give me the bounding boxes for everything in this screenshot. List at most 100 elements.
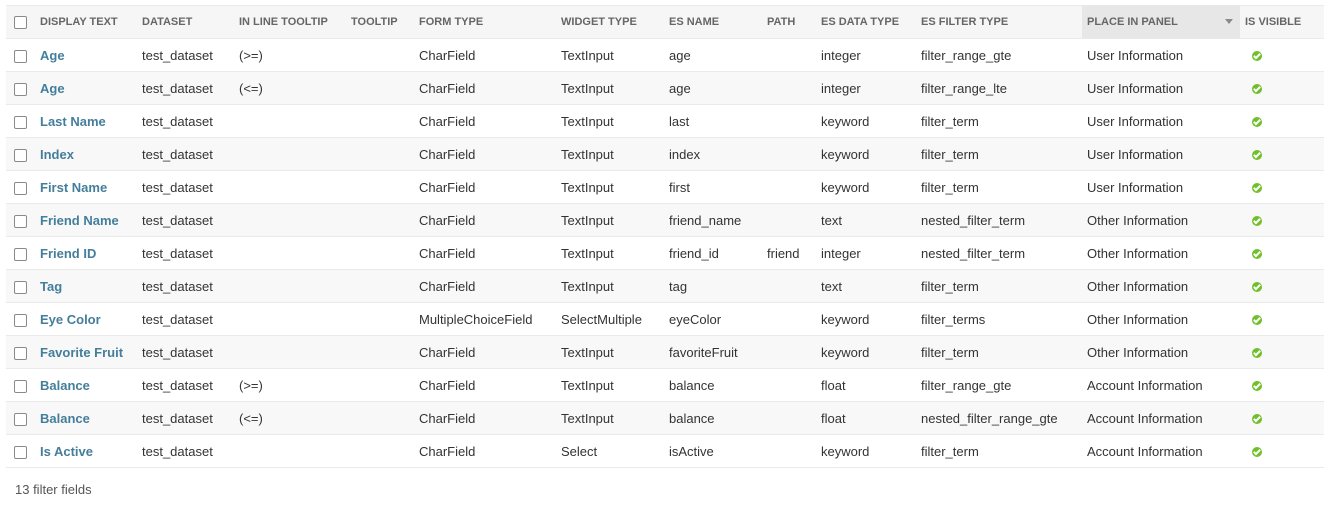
row-checkbox-cell[interactable]	[6, 104, 35, 138]
cell-tooltip	[346, 203, 414, 237]
row-edit-link[interactable]: Last Name	[40, 114, 106, 129]
check-icon	[1252, 84, 1262, 95]
column-header-tooltip[interactable]: TOOLTIP	[346, 5, 414, 39]
row-checkbox-cell[interactable]	[6, 203, 35, 237]
cell-place-in-panel: Account Information	[1082, 434, 1240, 468]
result-count: 13 filter fields	[15, 482, 92, 497]
cell-es-data-type: keyword	[816, 335, 916, 369]
row-edit-link[interactable]: Favorite Fruit	[40, 345, 123, 360]
cell-dataset: test_dataset	[137, 434, 234, 468]
cell-in-line-tooltip: (>=)	[234, 368, 346, 402]
row-checkbox-cell[interactable]	[6, 368, 35, 402]
cell-display-text: Index	[35, 137, 137, 171]
cell-is-visible	[1240, 38, 1324, 72]
column-header-form-type[interactable]: FORM TYPE	[414, 5, 556, 39]
column-header-es-name[interactable]: ES NAME	[664, 5, 762, 39]
cell-path	[762, 368, 816, 402]
column-header-in-line-tooltip[interactable]: IN LINE TOOLTIP	[234, 5, 346, 39]
column-header-display-text[interactable]: DISPLAY TEXT	[35, 5, 137, 39]
cell-tooltip	[346, 38, 414, 72]
results-table: DISPLAY TEXT DATASET IN LINE TOOLTIP TOO…	[6, 5, 1324, 468]
row-checkbox[interactable]	[14, 247, 27, 261]
row-checkbox[interactable]	[14, 115, 27, 129]
column-header-dataset[interactable]: DATASET	[137, 5, 234, 39]
cell-form-type: CharField	[414, 269, 556, 303]
row-checkbox[interactable]	[14, 214, 27, 228]
cell-es-name: favoriteFruit	[664, 335, 762, 369]
row-edit-link[interactable]: Tag	[40, 279, 62, 294]
row-checkbox[interactable]	[14, 280, 27, 294]
cell-place-in-panel: Account Information	[1082, 368, 1240, 402]
column-header-path[interactable]: PATH	[762, 5, 816, 39]
row-checkbox-cell[interactable]	[6, 302, 35, 336]
column-header-widget-type[interactable]: WIDGET TYPE	[556, 5, 664, 39]
row-edit-link[interactable]: Friend Name	[40, 213, 119, 228]
cell-es-name: first	[664, 170, 762, 204]
row-checkbox-cell[interactable]	[6, 38, 35, 72]
select-all-checkbox[interactable]	[14, 15, 27, 29]
row-checkbox[interactable]	[14, 445, 27, 459]
cell-es-data-type: keyword	[816, 137, 916, 171]
row-edit-link[interactable]: Eye Color	[40, 312, 101, 327]
row-edit-link[interactable]: Friend ID	[40, 246, 96, 261]
row-checkbox-cell[interactable]	[6, 434, 35, 468]
cell-es-name: friend_name	[664, 203, 762, 237]
cell-in-line-tooltip	[234, 170, 346, 204]
row-checkbox[interactable]	[14, 82, 27, 96]
column-header-es-data-type[interactable]: ES DATA TYPE	[816, 5, 916, 39]
row-checkbox[interactable]	[14, 49, 27, 63]
sort-descending-icon[interactable]	[1225, 19, 1233, 24]
row-checkbox-cell[interactable]	[6, 269, 35, 303]
row-edit-link[interactable]: Age	[40, 81, 65, 96]
row-edit-link[interactable]: Balance	[40, 411, 90, 426]
row-checkbox[interactable]	[14, 412, 27, 426]
cell-es-data-type: text	[816, 269, 916, 303]
cell-tooltip	[346, 170, 414, 204]
cell-in-line-tooltip	[234, 203, 346, 237]
row-checkbox-cell[interactable]	[6, 137, 35, 171]
column-header-place-in-panel[interactable]: PLACE IN PANEL	[1082, 5, 1240, 39]
cell-place-in-panel: User Information	[1082, 104, 1240, 138]
row-checkbox[interactable]	[14, 148, 27, 162]
select-all-checkbox-cell[interactable]	[6, 5, 35, 39]
cell-widget-type: TextInput	[556, 401, 664, 435]
check-icon	[1252, 447, 1262, 458]
cell-es-filter-type: filter_terms	[916, 302, 1082, 336]
table-header-row: DISPLAY TEXT DATASET IN LINE TOOLTIP TOO…	[6, 5, 1324, 39]
row-checkbox-cell[interactable]	[6, 335, 35, 369]
cell-path	[762, 170, 816, 204]
cell-in-line-tooltip	[234, 236, 346, 270]
cell-is-visible	[1240, 401, 1324, 435]
cell-is-visible	[1240, 335, 1324, 369]
row-edit-link[interactable]: First Name	[40, 180, 107, 195]
cell-form-type: MultipleChoiceField	[414, 302, 556, 336]
cell-es-name: index	[664, 137, 762, 171]
cell-tooltip	[346, 71, 414, 105]
row-edit-link[interactable]: Index	[40, 147, 74, 162]
check-icon	[1252, 150, 1262, 161]
row-edit-link[interactable]: Is Active	[40, 444, 93, 459]
row-checkbox-cell[interactable]	[6, 401, 35, 435]
cell-es-name: last	[664, 104, 762, 138]
row-checkbox[interactable]	[14, 379, 27, 393]
row-checkbox-cell[interactable]	[6, 71, 35, 105]
cell-es-name: balance	[664, 368, 762, 402]
column-header-es-filter-type[interactable]: ES FILTER TYPE	[916, 5, 1082, 39]
cell-path	[762, 401, 816, 435]
cell-form-type: CharField	[414, 170, 556, 204]
check-icon	[1252, 315, 1262, 326]
row-checkbox-cell[interactable]	[6, 236, 35, 270]
column-header-is-visible[interactable]: IS VISIBLE	[1240, 5, 1324, 39]
row-edit-link[interactable]: Balance	[40, 378, 90, 393]
cell-display-text: Tag	[35, 269, 137, 303]
cell-form-type: CharField	[414, 203, 556, 237]
row-edit-link[interactable]: Age	[40, 48, 65, 63]
cell-widget-type: Select	[556, 434, 664, 468]
row-checkbox-cell[interactable]	[6, 170, 35, 204]
row-checkbox[interactable]	[14, 181, 27, 195]
cell-display-text: Eye Color	[35, 302, 137, 336]
column-header-place-in-panel-label: PLACE IN PANEL	[1087, 16, 1178, 28]
cell-tooltip	[346, 236, 414, 270]
row-checkbox[interactable]	[14, 346, 27, 360]
row-checkbox[interactable]	[14, 313, 27, 327]
